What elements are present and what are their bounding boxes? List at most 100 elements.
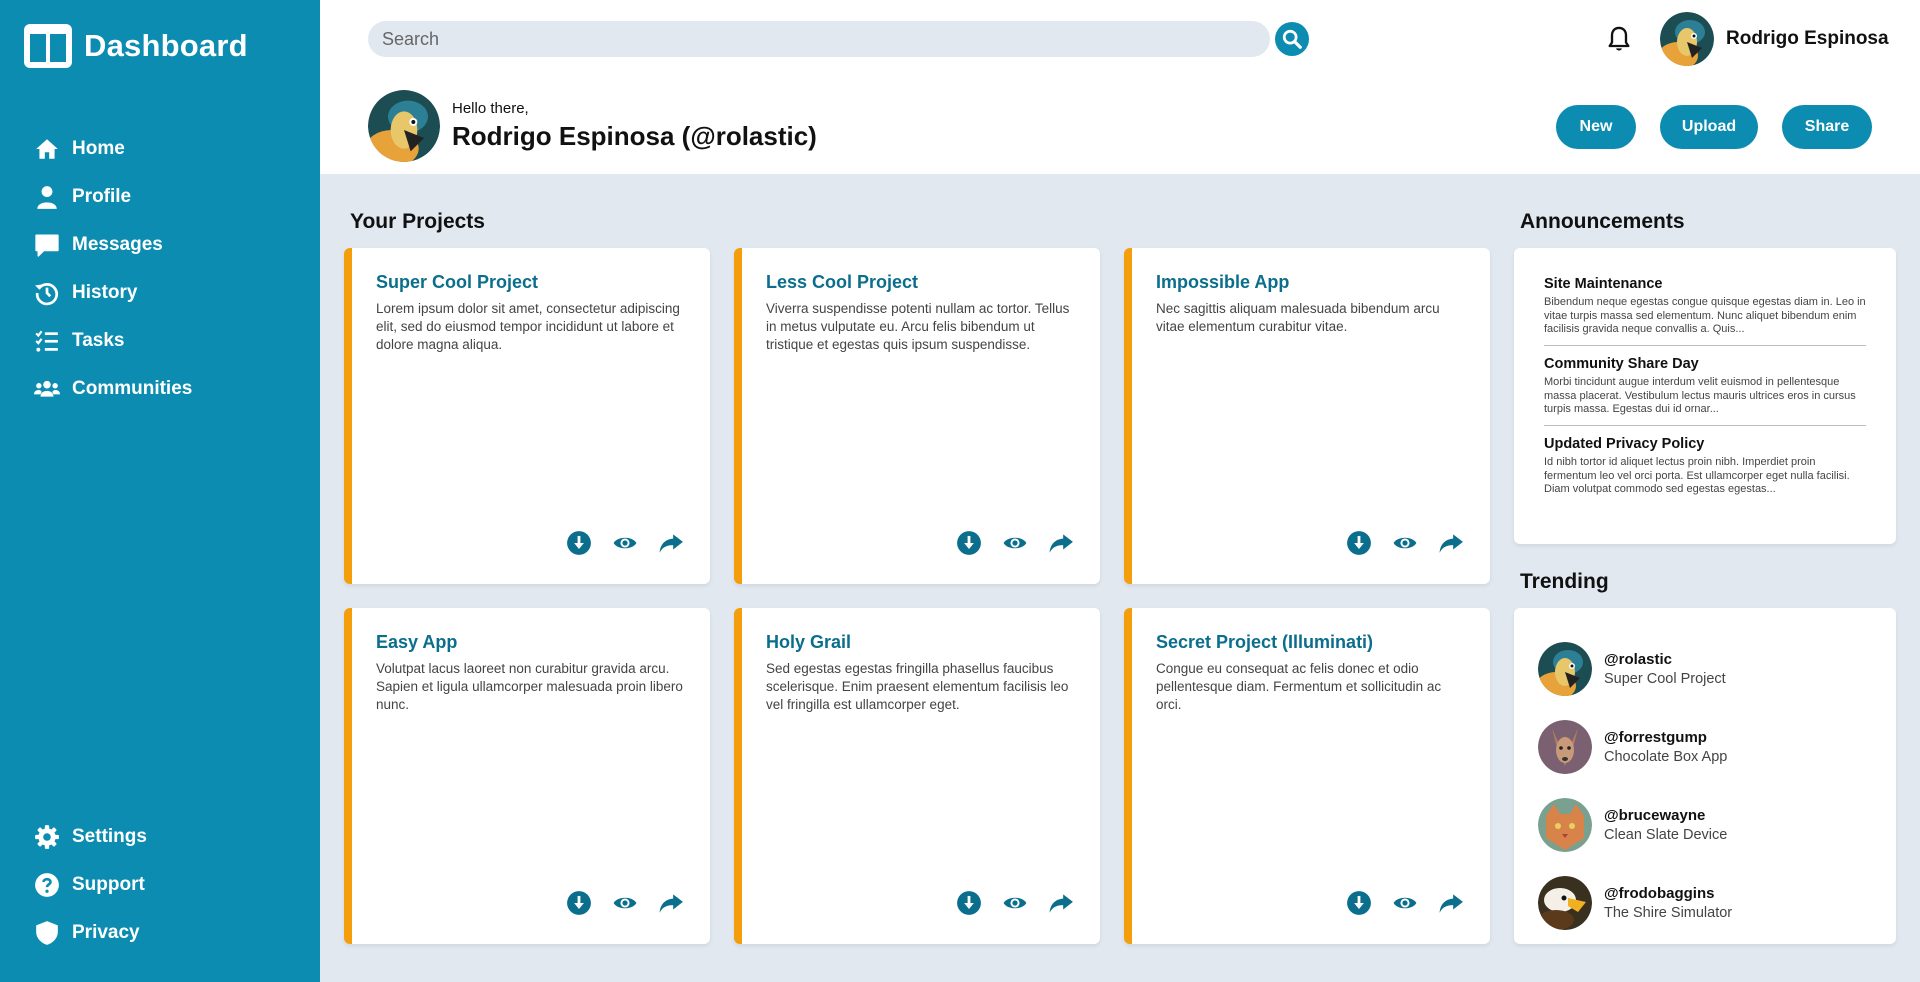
user-menu[interactable]: Rodrigo Espinosa (1660, 12, 1889, 66)
download-icon[interactable] (956, 530, 982, 556)
project-card[interactable]: Super Cool Project Lorem ipsum dolor sit … (344, 248, 710, 584)
announcement-item[interactable]: Site Maintenance Bibendum neque egestas … (1544, 276, 1866, 346)
sidebar-item-support[interactable]: Support (34, 861, 147, 909)
sidebar-item-tasks[interactable]: Tasks (34, 317, 192, 365)
share-icon[interactable] (658, 530, 684, 556)
project-description: Sed egestas egestas fringilla phasellus … (766, 661, 1069, 712)
project-description: Viverra suspendisse potenti nullam ac to… (766, 301, 1070, 352)
sidebar-item-label: Tasks (72, 330, 125, 351)
projects-heading: Your Projects (350, 210, 485, 233)
avatar (1538, 876, 1592, 930)
view-icon[interactable] (1392, 530, 1418, 556)
upload-button[interactable]: Upload (1660, 105, 1758, 149)
header: Rodrigo Espinosa Hello there, Rodrigo Es… (320, 0, 1920, 174)
avatar (1538, 798, 1592, 852)
announcement-title: Site Maintenance (1544, 276, 1663, 292)
view-icon[interactable] (1392, 890, 1418, 916)
project-description: Nec sagittis aliquam malesuada bibendum … (1156, 301, 1440, 334)
project-description: Lorem ipsum dolor sit amet, consectetur … (376, 301, 680, 352)
view-icon[interactable] (1002, 530, 1028, 556)
download-icon[interactable] (566, 530, 592, 556)
view-icon[interactable] (1002, 890, 1028, 916)
trending-handle: @rolastic (1604, 651, 1672, 668)
project-title[interactable]: Holy Grail (766, 632, 851, 653)
sidebar-item-home[interactable]: Home (34, 125, 192, 173)
trending-handle: @frodobaggins (1604, 885, 1715, 902)
user-icon (34, 184, 60, 210)
share-icon[interactable] (1048, 890, 1074, 916)
trending-item[interactable]: @frodobaggins The Shire Simulator (1538, 864, 1872, 942)
brand[interactable]: Dashboard (24, 24, 248, 68)
project-actions (956, 890, 1074, 916)
project-card[interactable]: Impossible App Nec sagittis aliquam males… (1124, 248, 1490, 584)
download-icon[interactable] (566, 890, 592, 916)
announcement-item[interactable]: Community Share Day Morbi tincidunt augu… (1544, 356, 1866, 426)
sidebar-item-privacy[interactable]: Privacy (34, 909, 147, 957)
search-input[interactable] (368, 21, 1270, 57)
trending-heading: Trending (1520, 570, 1609, 593)
trending-item[interactable]: @brucewayne Clean Slate Device (1538, 786, 1872, 864)
avatar (368, 90, 440, 162)
sidebar-item-label: History (72, 282, 138, 303)
brand-title: Dashboard (84, 28, 248, 63)
user-name: Rodrigo Espinosa (1726, 28, 1889, 49)
announcement-title: Updated Privacy Policy (1544, 436, 1705, 452)
project-title[interactable]: Super Cool Project (376, 272, 538, 293)
project-card[interactable]: Secret Project (Illuminati) Congue eu con… (1124, 608, 1490, 944)
sidebar-item-messages[interactable]: Messages (34, 221, 192, 269)
trending-project: Clean Slate Device (1604, 827, 1728, 843)
trending-project: Chocolate Box App (1604, 749, 1728, 765)
project-actions (1346, 890, 1464, 916)
project-card[interactable]: Less Cool Project Viverra suspendisse pot… (734, 248, 1100, 584)
sidebar-item-label: Communities (72, 378, 193, 399)
trending-item[interactable]: @forrestgump Chocolate Box App (1538, 708, 1872, 786)
project-title[interactable]: Less Cool Project (766, 272, 918, 293)
project-title[interactable]: Secret Project (Illuminati) (1156, 632, 1373, 653)
announcement-item[interactable]: Updated Privacy Policy Id nibh tortor id… (1544, 436, 1866, 505)
search-button[interactable] (1275, 22, 1309, 56)
announcement-body: Id nibh tortor id aliquet lectus proin n… (1544, 456, 1850, 495)
view-icon[interactable] (612, 890, 638, 916)
greeting-hello: Hello there, (452, 100, 529, 117)
project-actions (1346, 530, 1464, 556)
project-actions (566, 530, 684, 556)
new-button[interactable]: New (1556, 105, 1636, 149)
sidebar-item-label: Support (72, 874, 145, 895)
share-button[interactable]: Share (1782, 105, 1872, 149)
view-icon[interactable] (612, 530, 638, 556)
trending-panel: @rolastic Super Cool Project @forrestgum… (1514, 608, 1896, 944)
announcement-body: Morbi tincidunt augue interdum velit eui… (1544, 376, 1856, 415)
sidebar-item-label: Profile (72, 186, 132, 207)
project-description: Congue eu consequat ac felis donec et od… (1156, 661, 1442, 712)
sidebar: Dashboard Home Profile Messages History (0, 0, 320, 982)
share-icon[interactable] (1438, 530, 1464, 556)
message-icon (34, 232, 60, 258)
project-card[interactable]: Holy Grail Sed egestas egestas fringilla … (734, 608, 1100, 944)
sidebar-item-communities[interactable]: Communities (34, 365, 192, 413)
share-icon[interactable] (1048, 530, 1074, 556)
announcements-heading: Announcements (1520, 210, 1685, 233)
sidebar-bottom-nav: Settings Support Privacy (34, 813, 147, 957)
trending-handle: @forrestgump (1604, 729, 1707, 746)
download-icon[interactable] (956, 890, 982, 916)
trending-item[interactable]: @rolastic Super Cool Project (1538, 630, 1872, 708)
project-title[interactable]: Easy App (376, 632, 457, 653)
project-title[interactable]: Impossible App (1156, 272, 1289, 293)
avatar (1660, 12, 1714, 66)
project-card[interactable]: Easy App Volutpat lacus laoreet non curab… (344, 608, 710, 944)
notification-bell-icon[interactable] (1605, 25, 1633, 53)
sidebar-item-profile[interactable]: Profile (34, 173, 192, 221)
download-icon[interactable] (1346, 890, 1372, 916)
sidebar-item-history[interactable]: History (34, 269, 192, 317)
sidebar-nav: Home Profile Messages History Tasks Comm… (34, 125, 192, 413)
project-description: Volutpat lacus laoreet non curabitur gra… (376, 661, 683, 712)
share-icon[interactable] (658, 890, 684, 916)
sidebar-item-label: Privacy (72, 922, 140, 943)
history-icon (34, 280, 60, 306)
download-icon[interactable] (1346, 530, 1372, 556)
sidebar-item-settings[interactable]: Settings (34, 813, 147, 861)
share-icon[interactable] (1438, 890, 1464, 916)
trending-project: Super Cool Project (1604, 671, 1726, 687)
greeting-name: Rodrigo Espinosa (@rolastic) (452, 121, 817, 151)
search-icon (1282, 29, 1302, 49)
